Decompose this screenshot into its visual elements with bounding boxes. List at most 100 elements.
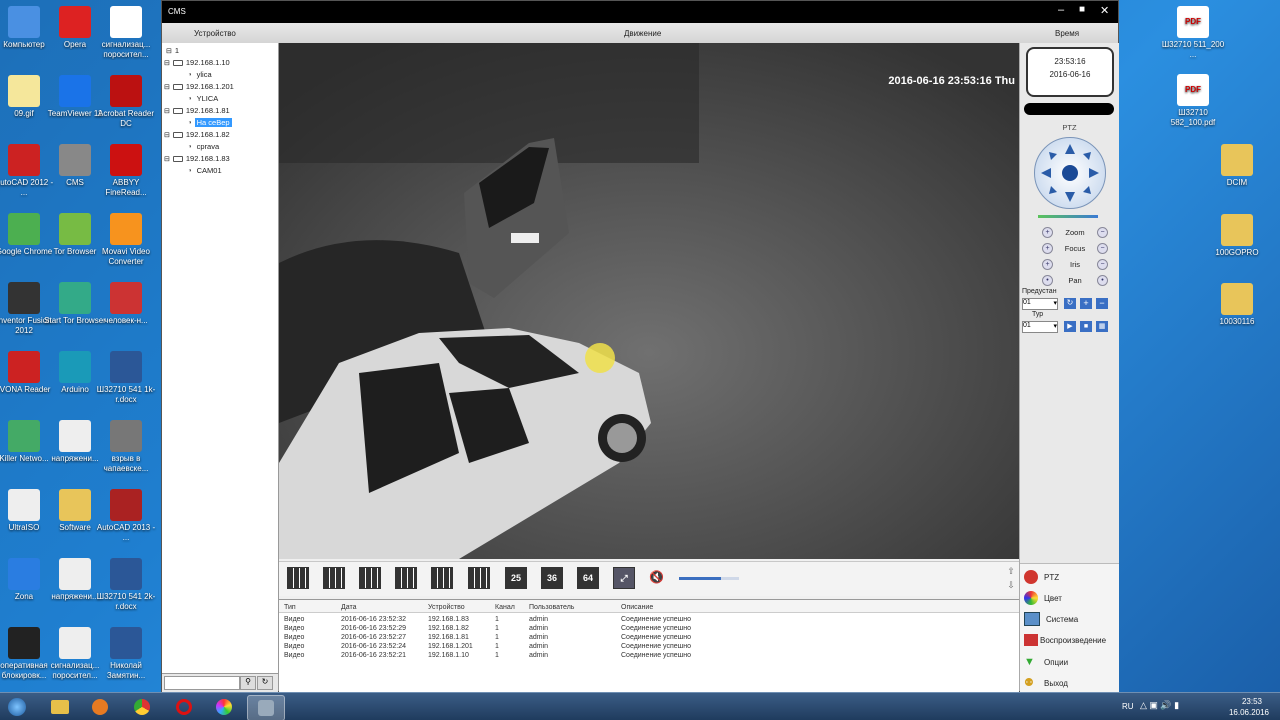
fullscreen-button[interactable]: ⤢ [613, 567, 635, 589]
playback-menu-button[interactable]: Воспроизведение [1024, 630, 1116, 650]
cursor-highlight [585, 343, 615, 373]
layout-36-button[interactable]: 36 [541, 567, 563, 589]
exit-menu-button[interactable]: ⚉ Выход [1024, 673, 1116, 693]
chelovek-icon [110, 282, 142, 314]
minimize-button[interactable]: – [1058, 4, 1064, 16]
layout-16-button[interactable] [468, 567, 490, 589]
layout-1-button[interactable] [287, 567, 309, 589]
tree-camera[interactable]: ◑ cprava [188, 142, 221, 151]
tree-camera[interactable]: ◑ YLICA [188, 94, 220, 103]
camera-frame [279, 43, 1019, 559]
clock-date-taskbar[interactable]: 16.06.2016 [1226, 708, 1272, 717]
taskbar-opera[interactable] [166, 695, 202, 719]
pan-label: Pan [1068, 276, 1082, 285]
layout-4-button[interactable] [323, 567, 345, 589]
tree-root[interactable]: ⊟ 1 [166, 46, 179, 55]
desktop-icon-vzryv[interactable]: взрыв в чапаевске... [94, 420, 158, 474]
desktop-icon-movavi[interactable]: Movavi Video Converter [94, 213, 158, 267]
desktop-icon-word-541-2[interactable]: Ш32710 541 2k-r.docx [94, 558, 158, 612]
tour-stop-icon[interactable]: ■ [1080, 321, 1092, 332]
tree-search-input[interactable] [164, 676, 240, 690]
desktop-icon-abbyy[interactable]: ABBYY FineRead... [94, 144, 158, 198]
tree-device[interactable]: ⊟ 192.168.1.82 [164, 130, 230, 139]
clock-time-taskbar[interactable]: 23:53 [1232, 697, 1272, 706]
taskbar-media[interactable] [82, 695, 118, 719]
log-col-type[interactable]: Тип [284, 604, 296, 611]
desktop-icon-chelovek[interactable]: человек-н... [94, 282, 158, 326]
taskbar-explorer[interactable] [42, 695, 78, 719]
gif-file-icon [8, 75, 40, 107]
refresh-icon[interactable]: ↻ [257, 676, 273, 690]
preset-goto-icon[interactable]: ↻ [1064, 298, 1076, 309]
layout-9-button[interactable] [395, 567, 417, 589]
desktop-icon-dcim[interactable]: DCIM [1205, 144, 1269, 188]
pan-left-button[interactable]: • [1042, 275, 1053, 286]
video-view[interactable]: 2016-06-16 23:53:16 Thu [279, 43, 1019, 559]
color-menu-button[interactable]: Цвет [1024, 588, 1116, 608]
tree-camera[interactable]: ◑ CAM01 [188, 166, 224, 175]
layout-13-button[interactable] [431, 567, 453, 589]
camera-icon: ◑ [188, 71, 192, 78]
tree-camera[interactable]: ◑ ylica [188, 70, 214, 79]
desktop-icon-doc-signal[interactable]: сигнализац... поросител... [94, 6, 158, 60]
log-col-desc[interactable]: Описание [621, 604, 653, 611]
log-col-date[interactable]: Дата [341, 604, 357, 611]
toolbar-scroll[interactable]: ⇧ ⇩ [1005, 564, 1017, 594]
search-icon[interactable]: ⚲ [240, 676, 256, 690]
tree-device[interactable]: ⊟ 192.168.1.83 [164, 154, 230, 163]
lang-indicator[interactable]: RU [1122, 702, 1134, 711]
tray-icons[interactable]: △ ▣ 🔊 ▮ [1140, 700, 1179, 711]
ptz-speed-slider[interactable] [1038, 215, 1098, 218]
volume-slider[interactable] [679, 577, 739, 580]
maximize-button[interactable]: ■ [1079, 4, 1085, 15]
log-col-channel[interactable]: Канал [495, 604, 515, 611]
desktop-icon-folder-10030116[interactable]: 10030116 [1205, 283, 1269, 327]
clock-panel: 23:53:16 2016-06-16 [1026, 47, 1114, 97]
tour-grid-icon[interactable]: ▦ [1096, 321, 1108, 332]
tree-device[interactable]: ⊟ 192.168.1.10 [164, 58, 230, 67]
layout-6-button[interactable] [359, 567, 381, 589]
iris-open-button[interactable]: + [1042, 259, 1053, 270]
zoom-in-button[interactable]: + [1042, 227, 1053, 238]
ptz-joystick[interactable] [1034, 137, 1106, 209]
desktop-icon-label: Ш32710 541 1k-r.docx [96, 385, 156, 404]
desktop-icon-nikolay[interactable]: Николай Замятин... [94, 627, 158, 681]
tree-device[interactable]: ⊟ 192.168.1.81 [164, 106, 230, 115]
system-menu-button[interactable]: Система [1024, 609, 1116, 629]
menu-time[interactable]: Время [1055, 29, 1079, 38]
preset-select[interactable]: 01 ▾ [1022, 298, 1058, 310]
pan-right-button[interactable]: • [1097, 275, 1108, 286]
mute-icon[interactable]: 🔇 [649, 570, 664, 584]
desktop-icon-autocad2013[interactable]: AutoCAD 2013 - ... [94, 489, 158, 543]
ptz-menu-button[interactable]: PTZ [1024, 567, 1116, 587]
start-button[interactable] [2, 695, 32, 719]
desktop-icon-pdf-511[interactable]: PDF Ш32710 511_200 ... [1161, 6, 1225, 60]
log-col-user[interactable]: Пользователь [529, 604, 574, 611]
taskbar-cms[interactable] [247, 695, 285, 720]
preset-add-icon[interactable]: + [1080, 298, 1092, 309]
focus-out-button[interactable]: − [1097, 243, 1108, 254]
desktop-icon-pdf-582[interactable]: PDF Ш32710 582_100.pdf [1161, 74, 1225, 128]
taskbar-paint[interactable] [206, 695, 242, 719]
layout-25-button[interactable]: 25 [505, 567, 527, 589]
layout-64-button[interactable]: 64 [577, 567, 599, 589]
tree-device[interactable]: ⊟ 192.168.1.201 [164, 82, 234, 91]
menu-device[interactable]: Устройство [194, 29, 236, 38]
desktop-icon-gopro[interactable]: 100GOPRO [1205, 214, 1269, 258]
tree-camera[interactable]: ◑ На сеВер [188, 118, 232, 127]
tour-play-icon[interactable]: ▶ [1064, 321, 1076, 332]
iris-close-button[interactable]: − [1097, 259, 1108, 270]
desktop-icon-word-541[interactable]: Ш32710 541 1k-r.docx [94, 351, 158, 405]
tour-select[interactable]: 01 ▾ [1022, 321, 1058, 333]
menu-motion[interactable]: Движение [624, 29, 661, 38]
desktop-icon-acrobat[interactable]: Acrobat Reader DC [94, 75, 158, 129]
close-button[interactable]: ✕ [1100, 4, 1109, 17]
log-col-device[interactable]: Устройство [428, 604, 465, 611]
word-541-icon [110, 351, 142, 383]
focus-in-button[interactable]: + [1042, 243, 1053, 254]
camera-icon: ◑ [188, 143, 192, 150]
preset-remove-icon[interactable]: − [1096, 298, 1108, 309]
options-menu-button[interactable]: ▼ Опции [1024, 652, 1116, 672]
zoom-out-button[interactable]: − [1097, 227, 1108, 238]
taskbar-chrome[interactable] [124, 695, 160, 719]
